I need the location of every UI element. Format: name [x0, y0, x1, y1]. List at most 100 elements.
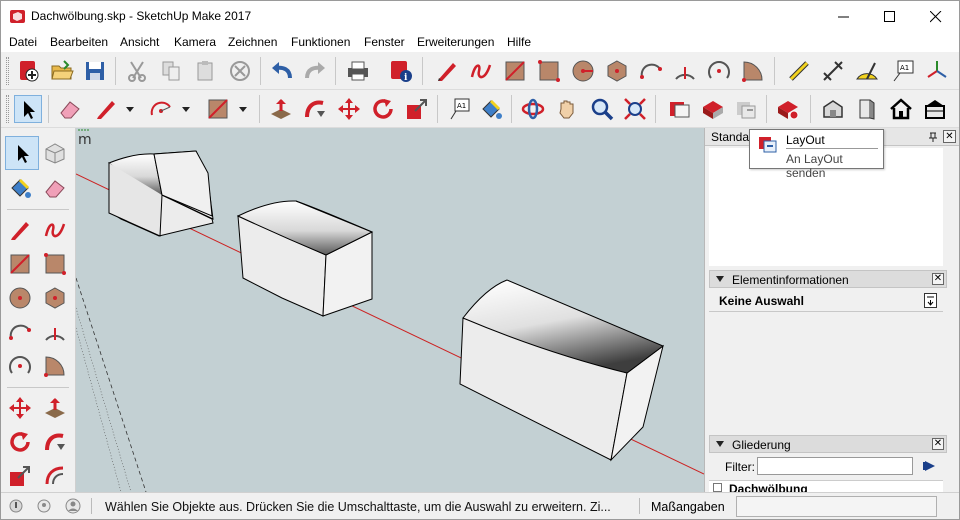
palette-polygon-button[interactable]: [41, 284, 69, 312]
line-dropdown[interactable]: [125, 95, 135, 123]
rotated-rectangle-button[interactable]: [535, 57, 563, 85]
toolbar-grip[interactable]: [6, 57, 9, 85]
tree-expander-icon[interactable]: [713, 483, 722, 492]
iso-view-button[interactable]: [819, 95, 847, 123]
menu-kamera[interactable]: Kamera: [174, 35, 216, 49]
menu-bearbeiten[interactable]: Bearbeiten: [50, 35, 108, 49]
palette-line-button[interactable]: [6, 216, 34, 244]
polygon-button[interactable]: [603, 57, 631, 85]
details-toggle-icon[interactable]: [924, 293, 937, 308]
extension-manager-button[interactable]: [774, 95, 802, 123]
palette-rotated-rectangle-button[interactable]: [41, 250, 69, 278]
send-to-layout-button[interactable]: [732, 95, 760, 123]
dimension-button[interactable]: [819, 57, 847, 85]
axes-button[interactable]: [923, 57, 951, 85]
pie-button[interactable]: [739, 57, 767, 85]
rotate-button[interactable]: [369, 95, 397, 123]
shape-dropdown[interactable]: [238, 95, 248, 123]
palette-three-point-arc-button[interactable]: [6, 352, 34, 380]
entity-info-close-button[interactable]: ✕: [932, 273, 944, 285]
rectangle-button[interactable]: [501, 57, 529, 85]
front-view-button[interactable]: [853, 95, 881, 123]
follow-me-button[interactable]: [301, 95, 329, 123]
outliner-close-button[interactable]: ✕: [932, 438, 944, 450]
model-info-button[interactable]: i: [387, 57, 415, 85]
cut-button[interactable]: [123, 57, 151, 85]
home-view-button[interactable]: [887, 95, 915, 123]
outliner-options-icon[interactable]: [923, 459, 937, 473]
freehand-button[interactable]: [467, 57, 495, 85]
palette-two-point-arc-button[interactable]: [41, 318, 69, 346]
palette-rectangle-button[interactable]: [6, 250, 34, 278]
menu-datei[interactable]: Datei: [9, 35, 37, 49]
text-tool-button[interactable]: A1: [889, 57, 917, 85]
scale-button[interactable]: [403, 95, 431, 123]
save-button[interactable]: [81, 57, 109, 85]
geo-location-icon[interactable]: [9, 499, 23, 513]
zoom-extents-button[interactable]: [621, 95, 649, 123]
arc-tools-button[interactable]: [147, 95, 175, 123]
menu-hilfe[interactable]: Hilfe: [507, 35, 531, 49]
outliner-header[interactable]: Gliederung ✕: [709, 435, 947, 453]
palette-component-button[interactable]: [41, 139, 69, 167]
new-model-button[interactable]: [15, 57, 43, 85]
select-button[interactable]: [14, 95, 42, 123]
measurements-input[interactable]: [736, 496, 937, 517]
palette-select-button[interactable]: [5, 136, 39, 170]
palette-rotate-button[interactable]: [6, 428, 34, 456]
paste-button[interactable]: [191, 57, 219, 85]
close-button[interactable]: [913, 1, 959, 32]
tape-measure-button[interactable]: [785, 57, 813, 85]
move-button[interactable]: [335, 95, 363, 123]
palette-eraser-button[interactable]: [41, 174, 69, 202]
menu-ansicht[interactable]: Ansicht: [120, 35, 159, 49]
pan-button[interactable]: [553, 95, 581, 123]
curved-roof-block-3[interactable]: [459, 279, 664, 462]
arc-dropdown[interactable]: [181, 95, 191, 123]
menu-erweiterungen[interactable]: Erweiterungen: [417, 35, 494, 49]
palette-offset-button[interactable]: [41, 462, 69, 490]
shape-tools-button[interactable]: [204, 95, 232, 123]
orbit-button[interactable]: [519, 95, 547, 123]
menu-fenster[interactable]: Fenster: [364, 35, 405, 49]
copy-button[interactable]: [157, 57, 185, 85]
undo-button[interactable]: [268, 57, 296, 85]
print-button[interactable]: [344, 57, 372, 85]
pin-icon[interactable]: [927, 131, 939, 143]
extension-warehouse-button[interactable]: [699, 95, 727, 123]
tray-close-button[interactable]: ✕: [943, 130, 956, 143]
warehouse-button[interactable]: [665, 95, 693, 123]
menu-zeichnen[interactable]: Zeichnen: [228, 35, 277, 49]
eraser-button[interactable]: [56, 95, 84, 123]
credits-icon[interactable]: [37, 499, 51, 513]
curved-roof-block-1[interactable]: [108, 150, 214, 237]
section-view-button[interactable]: [921, 95, 949, 123]
palette-push-pull-button[interactable]: [41, 394, 69, 422]
curved-roof-block-2[interactable]: [236, 200, 374, 317]
palette-follow-me-button[interactable]: [41, 428, 69, 456]
two-point-arc-button[interactable]: [671, 57, 699, 85]
arc-button[interactable]: [637, 57, 665, 85]
redo-button[interactable]: [301, 57, 329, 85]
palette-arc-button[interactable]: [6, 318, 34, 346]
menu-funktionen[interactable]: Funktionen: [291, 35, 350, 49]
open-button[interactable]: [48, 57, 76, 85]
entity-info-header[interactable]: Elementinformationen ✕: [709, 270, 947, 288]
user-account-icon[interactable]: [65, 498, 81, 514]
circle-button[interactable]: [569, 57, 597, 85]
outliner-model-item[interactable]: Dachwölbung: [729, 482, 808, 492]
erase-button[interactable]: [226, 57, 254, 85]
outliner-filter-input[interactable]: [757, 457, 913, 475]
protractor-button[interactable]: [853, 57, 881, 85]
pencil-button[interactable]: [433, 57, 461, 85]
drawing-viewport[interactable]: m: [76, 128, 704, 492]
three-point-arc-button[interactable]: [705, 57, 733, 85]
line-button[interactable]: [92, 95, 120, 123]
palette-paint-button[interactable]: [6, 174, 34, 202]
palette-freehand-button[interactable]: [41, 216, 69, 244]
toolbar-grip[interactable]: [6, 95, 9, 123]
text-button[interactable]: A1: [445, 95, 473, 123]
palette-move-button[interactable]: [6, 394, 34, 422]
palette-scale-button[interactable]: [6, 462, 34, 490]
palette-circle-button[interactable]: [6, 284, 34, 312]
